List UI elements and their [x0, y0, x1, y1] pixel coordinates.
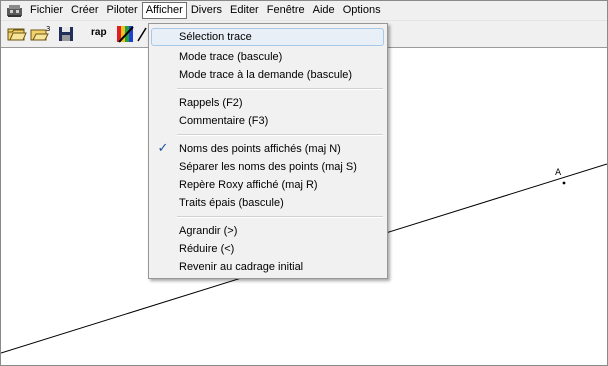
menu-commentaire[interactable]: Commentaire (F3) — [151, 112, 384, 130]
open-folder-icon[interactable] — [7, 24, 27, 44]
menu-afficher[interactable]: Afficher — [141, 2, 187, 19]
color-palette-icon[interactable] — [115, 24, 135, 44]
menu-reduire[interactable]: Réduire (<) — [151, 240, 384, 258]
menu-creer[interactable]: Créer — [67, 2, 103, 19]
menu-separer-noms-points[interactable]: Séparer les noms des points (maj S) — [151, 158, 384, 176]
menu-item-label: Réduire (<) — [179, 243, 235, 255]
menu-separator — [177, 216, 383, 218]
svg-text:3: 3 — [46, 25, 50, 33]
menu-mode-trace[interactable]: Mode trace (bascule) — [151, 48, 384, 66]
menu-item-label: Séparer les noms des points (maj S) — [179, 161, 357, 173]
app-icon[interactable] — [4, 2, 24, 19]
menu-fichier[interactable]: Fichier — [26, 2, 67, 19]
menu-repere-roxy[interactable]: Repère Roxy affiché (maj R) — [151, 176, 384, 194]
menu-traits-epais[interactable]: Traits épais (bascule) — [151, 194, 384, 212]
menu-options[interactable]: Options — [339, 2, 385, 19]
menu-divers[interactable]: Divers — [187, 2, 226, 19]
menu-bar: Fichier Créer Piloter Afficher Divers Ed… — [1, 1, 607, 21]
point-a-label: A — [555, 168, 562, 178]
menu-item-label: Mode trace à la demande (bascule) — [179, 69, 353, 81]
menu-item-label: Agrandir (>) — [179, 225, 238, 237]
menu-item-label: Repère Roxy affiché (maj R) — [179, 179, 318, 191]
menu-mode-trace-demande[interactable]: Mode trace à la demande (bascule) — [151, 66, 384, 84]
open-folder-3-icon[interactable]: 3 — [30, 24, 52, 44]
checkmark-icon: ✓ — [157, 141, 169, 156]
menu-selection-trace[interactable]: Sélection trace — [151, 28, 384, 46]
menu-separator — [177, 134, 383, 136]
rap-button[interactable]: rap — [89, 24, 113, 44]
afficher-dropdown-menu: Sélection trace Mode trace (bascule) Mod… — [148, 23, 388, 279]
menu-fenetre[interactable]: Fenêtre — [263, 2, 309, 19]
menu-noms-points-affiches[interactable]: ✓ Noms des points affichés (maj N) — [151, 140, 384, 158]
menu-item-label: Commentaire (F3) — [179, 115, 269, 127]
menu-revenir-cadrage[interactable]: Revenir au cadrage initial — [151, 258, 384, 276]
menu-editer[interactable]: Editer — [226, 2, 263, 19]
app-window: Fichier Créer Piloter Afficher Divers Ed… — [0, 0, 608, 366]
menu-item-label: Noms des points affichés (maj N) — [179, 143, 341, 155]
menu-piloter[interactable]: Piloter — [103, 2, 142, 19]
menu-agrandir[interactable]: Agrandir (>) — [151, 222, 384, 240]
menu-item-label: Rappels (F2) — [179, 97, 243, 109]
menu-aide[interactable]: Aide — [309, 2, 339, 19]
save-disk-icon[interactable] — [56, 24, 76, 44]
menu-item-label: Revenir au cadrage initial — [179, 261, 304, 273]
pen-icon[interactable] — [137, 24, 147, 44]
point-a[interactable] — [562, 181, 566, 185]
menu-item-label: Traits épais (bascule) — [179, 197, 284, 209]
menu-separator — [177, 88, 383, 90]
menu-item-label: Sélection trace — [179, 31, 252, 43]
rap-label: rap — [91, 27, 107, 38]
menu-item-label: Mode trace (bascule) — [179, 51, 283, 63]
menu-rappels[interactable]: Rappels (F2) — [151, 94, 384, 112]
